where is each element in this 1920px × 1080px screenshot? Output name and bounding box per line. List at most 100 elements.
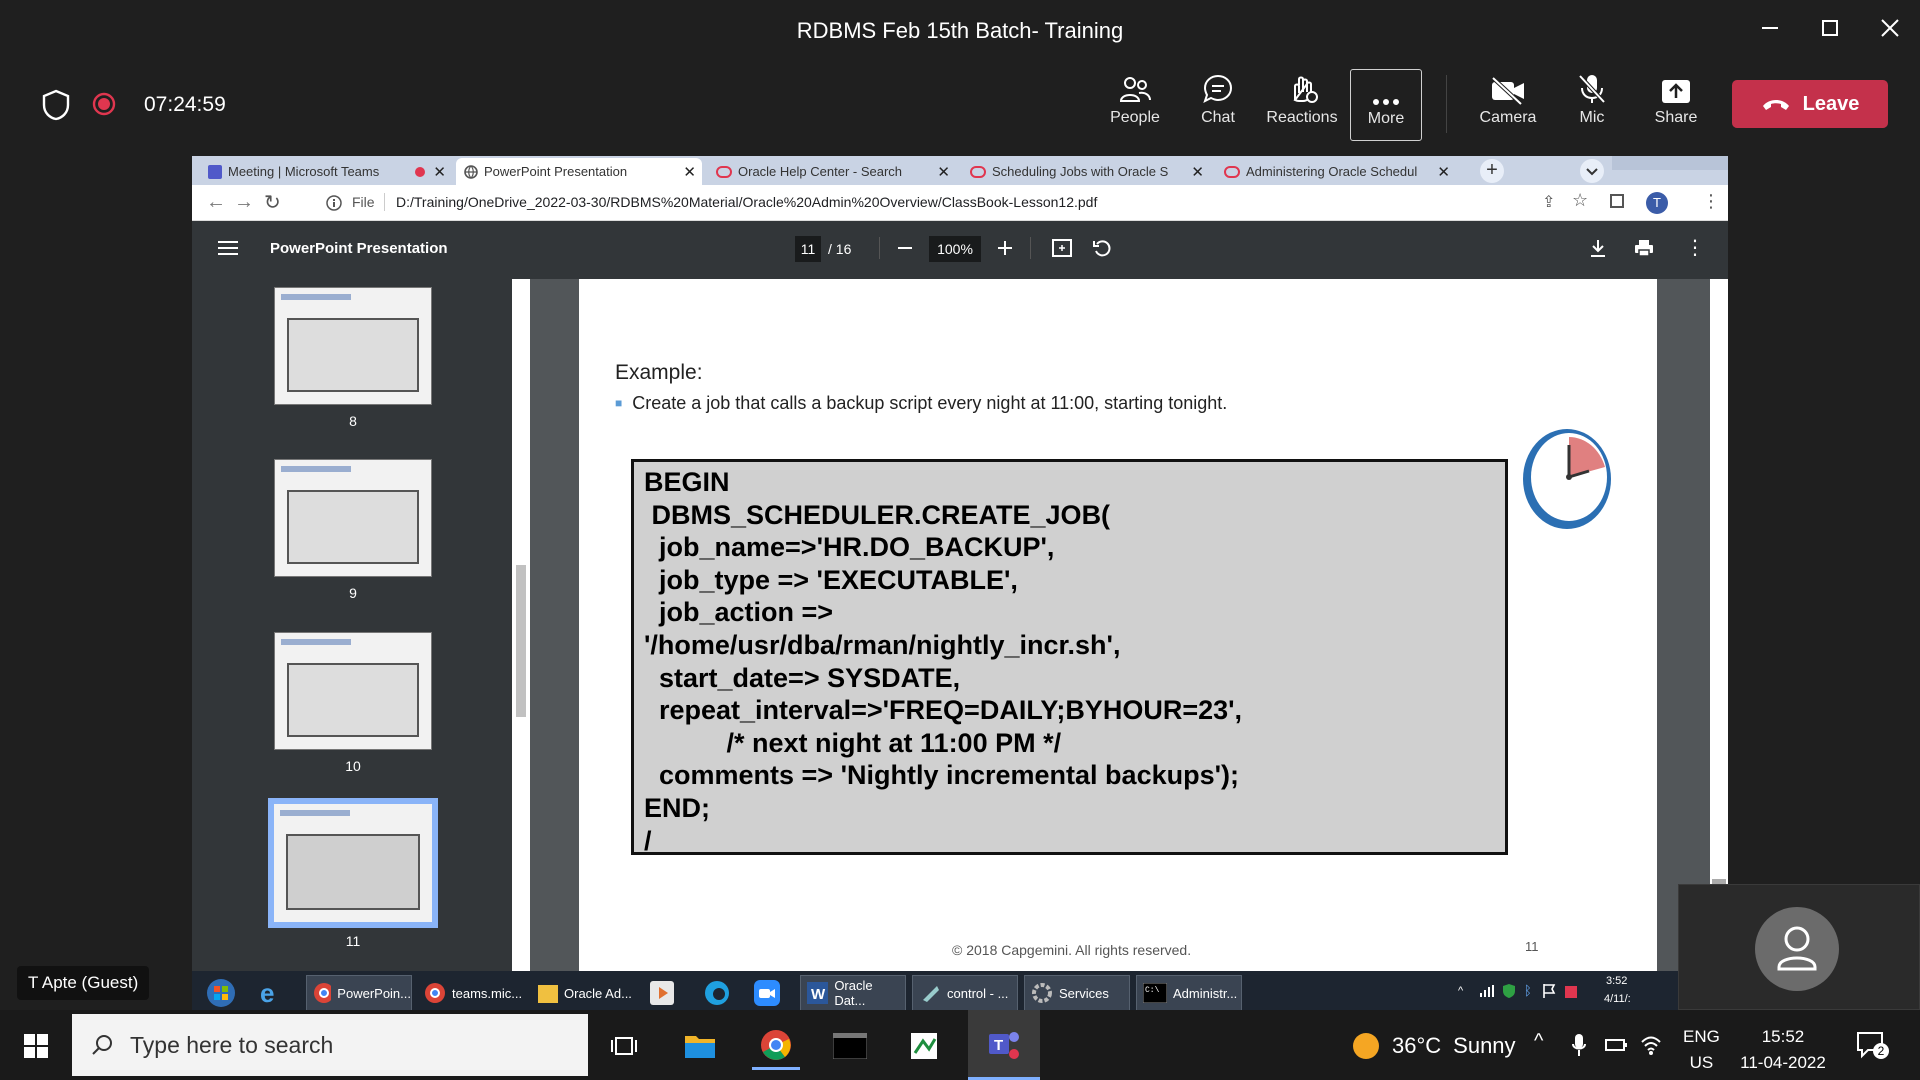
taskbar-item[interactable]: control - ... — [912, 975, 1018, 1011]
slide-page-number: 11 — [1525, 939, 1539, 954]
shield-icon — [42, 89, 70, 121]
new-tab-button[interactable]: + — [1480, 159, 1504, 183]
share-button[interactable]: Share — [1640, 69, 1712, 141]
forward-icon[interactable]: → — [234, 191, 254, 214]
reactions-icon — [1293, 76, 1318, 103]
ie-icon[interactable]: e — [254, 975, 294, 1011]
terminal-button[interactable] — [826, 1022, 874, 1070]
taskbar-item[interactable]: Services — [1024, 975, 1130, 1011]
print-icon[interactable] — [1634, 239, 1654, 257]
sidepanel-icon[interactable] — [1610, 194, 1624, 208]
taskbar-item[interactable]: PowerPoin... — [306, 975, 412, 1011]
window-title: RDBMS Feb 15th Batch- Training — [796, 18, 1124, 43]
tab-oracle-help[interactable]: Oracle Help Center - Search ✕ — [708, 158, 956, 185]
thumbnail-scrollbar[interactable] — [512, 279, 530, 973]
services-gear-icon — [1032, 983, 1052, 1003]
menu-icon[interactable] — [218, 240, 238, 256]
minimize-icon — [1762, 27, 1778, 29]
taskbar-item[interactable]: C:\ Administr... — [1136, 975, 1242, 1011]
zoom-icon[interactable] — [748, 975, 788, 1011]
mic-off-icon — [1578, 74, 1606, 104]
microphone-icon[interactable] — [1572, 1034, 1586, 1058]
start-button[interactable] — [12, 1022, 60, 1070]
download-icon[interactable] — [1590, 239, 1606, 257]
maximize-button[interactable] — [1808, 10, 1852, 46]
thumbnail-page-10[interactable] — [274, 632, 432, 750]
chat-button[interactable]: Chat — [1182, 69, 1254, 141]
close-tab-icon: ✕ — [683, 163, 696, 181]
search-placeholder: Type here to search — [130, 1031, 334, 1058]
more-button[interactable]: More — [1350, 69, 1422, 141]
reactions-button[interactable]: Reactions — [1266, 69, 1338, 141]
shared-clock-date: 4/11/: — [1604, 993, 1631, 1005]
show-hidden-icons-icon[interactable]: ^ — [1534, 1030, 1543, 1053]
recording-dot-icon — [415, 166, 425, 177]
app-button[interactable] — [900, 1022, 948, 1070]
back-icon[interactable]: ← — [206, 191, 226, 214]
zoom-out-icon[interactable] — [898, 247, 912, 249]
meeting-toolbar: 07:24:59 People Chat Reactions More Came… — [0, 59, 1920, 151]
thumbnail-page-11[interactable] — [268, 798, 438, 928]
zoom-input[interactable]: 100% — [929, 236, 981, 262]
thumbnail-number: 10 — [345, 758, 361, 774]
tab-scheduling-jobs[interactable]: Scheduling Jobs with Oracle S ✕ — [962, 158, 1210, 185]
browser-menu-icon[interactable]: ⋮ — [1702, 191, 1720, 212]
thumbnail-page-9[interactable] — [274, 459, 432, 577]
weather-widget[interactable]: 36°C Sunny — [1352, 1032, 1516, 1060]
wifi-icon[interactable] — [1640, 1034, 1662, 1056]
pdf-scrollbar[interactable] — [1710, 279, 1728, 973]
url-field[interactable]: D:/Training/OneDrive_2022-03-30/RDBMS%20… — [396, 194, 1097, 210]
notification-center-button[interactable]: 2 — [1856, 1030, 1889, 1060]
close-button[interactable] — [1868, 10, 1912, 46]
tab-teams[interactable]: Meeting | Microsoft Teams ✕ — [200, 158, 452, 185]
self-view-tile[interactable] — [1678, 884, 1920, 1010]
people-button[interactable]: People — [1099, 69, 1171, 141]
battery-plug-icon[interactable] — [1604, 1036, 1628, 1054]
terminal-icon — [833, 1033, 867, 1059]
svg-text:T: T — [994, 1037, 1003, 1054]
tab-search-button[interactable] — [1580, 159, 1604, 183]
inner-window-controls[interactable] — [1612, 156, 1728, 170]
bookmark-star-icon[interactable]: ☆ — [1572, 190, 1588, 211]
pdf-more-icon[interactable]: ⋮ — [1685, 235, 1705, 260]
minimize-button[interactable] — [1748, 10, 1792, 46]
mic-button[interactable]: Mic — [1556, 69, 1628, 141]
phone-hangup-icon — [1762, 100, 1789, 110]
teams-icon: T — [989, 1031, 1019, 1059]
chrome-button[interactable] — [752, 1022, 800, 1070]
signal-icon — [1480, 985, 1494, 997]
divider — [879, 237, 880, 259]
start-orb-icon[interactable] — [200, 975, 240, 1011]
info-icon[interactable] — [326, 195, 342, 211]
page-number-input[interactable]: 11 — [795, 236, 821, 262]
profile-avatar[interactable]: T — [1646, 192, 1668, 214]
share-page-icon[interactable]: ⇪ — [1542, 192, 1555, 212]
control-panel-icon — [923, 986, 939, 1002]
fit-page-icon[interactable] — [1052, 239, 1072, 257]
leave-button[interactable]: Leave — [1732, 80, 1888, 128]
zoom-in-icon[interactable] — [998, 241, 1012, 255]
thumbnail-page-8[interactable] — [274, 287, 432, 405]
recording-icon — [92, 92, 116, 116]
url-scheme: File — [352, 194, 375, 210]
input-language[interactable]: ENG US — [1683, 1024, 1720, 1076]
clock-icon — [1523, 429, 1611, 529]
windows-logo-icon — [24, 1034, 48, 1058]
camera-button[interactable]: Camera — [1472, 69, 1544, 141]
system-clock[interactable]: 15:52 11-04-2022 — [1733, 1024, 1833, 1076]
edge-icon[interactable] — [698, 975, 738, 1011]
taskbar-item[interactable]: Oracle Ad... — [532, 975, 638, 1011]
taskbar-item[interactable]: W Oracle Dat... — [800, 975, 906, 1011]
reload-icon[interactable]: ↻ — [264, 190, 281, 215]
maximize-icon — [1822, 20, 1838, 36]
file-explorer-button[interactable] — [676, 1022, 724, 1070]
taskbar-item[interactable]: teams.mic... — [418, 975, 524, 1011]
task-view-button[interactable] — [600, 1022, 648, 1070]
taskbar-search-box[interactable]: Type here to search — [72, 1014, 588, 1076]
media-icon[interactable] — [644, 975, 684, 1011]
tab-powerpoint-presentation[interactable]: PowerPoint Presentation ✕ — [456, 158, 702, 185]
globe-icon — [464, 164, 478, 179]
rotate-icon[interactable] — [1092, 238, 1112, 258]
teams-button[interactable]: T — [968, 1010, 1040, 1080]
tab-administering-oracle[interactable]: Administering Oracle Schedul ✕ — [1216, 158, 1456, 185]
